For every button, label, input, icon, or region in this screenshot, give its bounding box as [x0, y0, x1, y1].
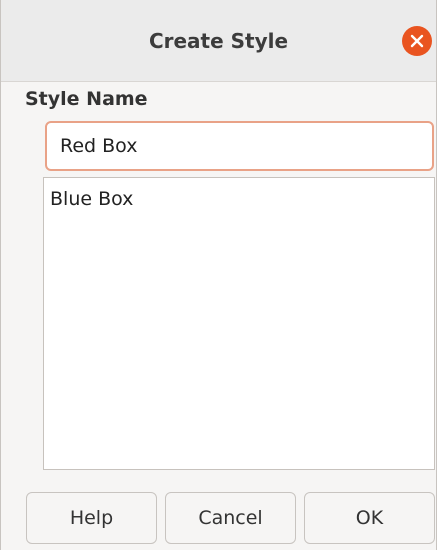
create-style-dialog: Create Style Style Name Blue Box Help Ca…: [0, 0, 437, 550]
help-button[interactable]: Help: [26, 492, 157, 544]
dialog-title: Create Style: [148, 29, 289, 53]
style-name-input[interactable]: [45, 121, 434, 171]
style-name-label: Style Name: [25, 88, 148, 110]
title-bar: Create Style: [1, 0, 436, 82]
existing-styles-list[interactable]: Blue Box: [43, 177, 435, 470]
close-button[interactable]: [402, 26, 432, 56]
cancel-button[interactable]: Cancel: [165, 492, 296, 544]
close-icon: [410, 34, 424, 48]
list-item[interactable]: Blue Box: [50, 187, 133, 211]
ok-button[interactable]: OK: [304, 492, 435, 544]
